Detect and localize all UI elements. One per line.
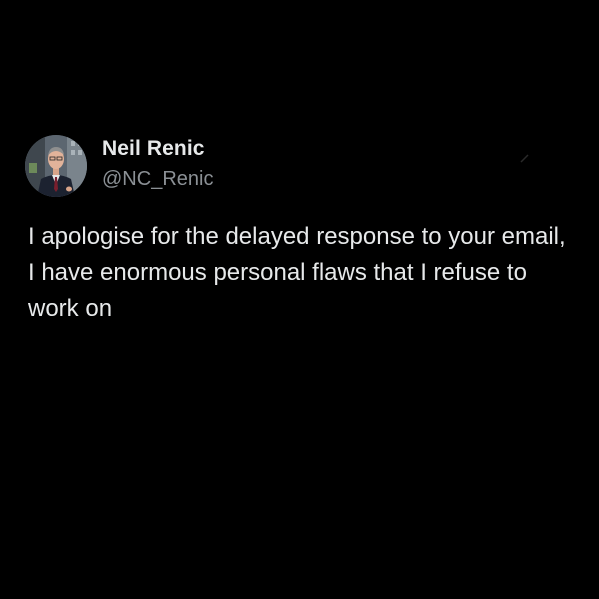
tweet-text: I apologise for the delayed response to … [28, 223, 566, 322]
avatar[interactable] [25, 135, 87, 197]
artifact-mark [520, 154, 529, 163]
tweet-card: Neil Renic @NC_Renic I apologise for the… [0, 0, 599, 599]
author-handle[interactable]: @NC_Renic [102, 168, 213, 191]
author-name[interactable]: Neil Renic [102, 137, 205, 161]
